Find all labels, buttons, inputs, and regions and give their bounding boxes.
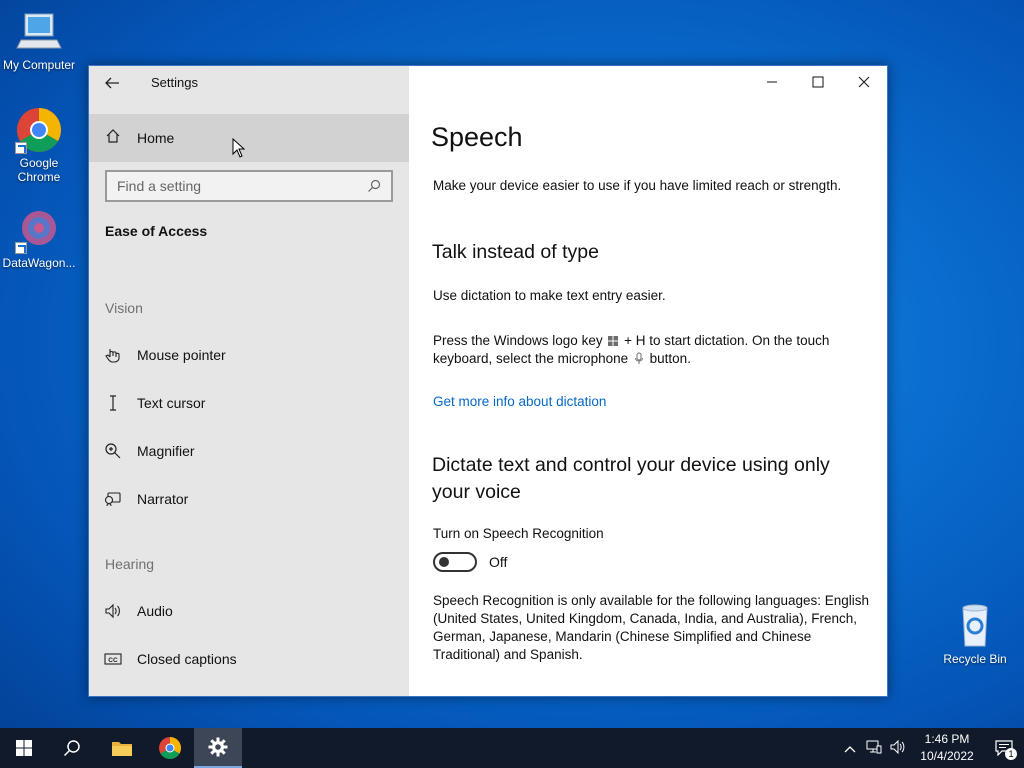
sidebar-item-closed-captions[interactable]: CC Closed captions xyxy=(89,639,409,679)
sidebar-item-label: Closed captions xyxy=(137,651,237,667)
close-button[interactable] xyxy=(841,66,887,98)
dictation-hint-text-3: button. xyxy=(649,351,691,366)
chrome-icon xyxy=(159,737,181,759)
desktop-icon-label: DataWagon... xyxy=(2,256,76,270)
taskbar-settings[interactable] xyxy=(194,728,242,768)
start-icon xyxy=(16,740,32,756)
main-content: Speech Make your device easier to use if… xyxy=(409,66,887,696)
window-title: Settings xyxy=(151,75,198,90)
page-subtitle: Make your device easier to use if you ha… xyxy=(433,178,842,193)
clock-date: 10/4/2022 xyxy=(920,749,974,763)
taskbar-chrome[interactable] xyxy=(146,728,194,768)
title-bar[interactable]: Settings xyxy=(89,66,409,100)
sidebar-item-narrator[interactable]: Narrator xyxy=(89,479,409,519)
close-icon xyxy=(858,76,870,88)
chrome-icon xyxy=(15,106,63,154)
taskbar: 1:46 PM 10/4/2022 1 xyxy=(0,728,1024,768)
start-button[interactable] xyxy=(0,728,48,768)
sidebar-item-label: Text cursor xyxy=(137,395,206,411)
settings-window: Settings Home Find a setting Ease of Acc… xyxy=(88,65,888,697)
home-icon xyxy=(89,128,137,148)
desktop-icon-recycle-bin[interactable]: Recycle Bin xyxy=(936,602,1014,666)
desktop-icon-label: Recycle Bin xyxy=(943,652,1007,666)
recycle-bin-icon xyxy=(951,602,999,650)
network-icon[interactable] xyxy=(862,740,886,757)
sidebar-item-label: Magnifier xyxy=(137,443,195,459)
window-controls xyxy=(749,66,887,98)
toggle-knob xyxy=(439,557,449,567)
file-explorer-icon xyxy=(112,742,132,756)
taskbar-search-button[interactable] xyxy=(48,728,96,768)
datawagon-icon xyxy=(15,206,63,254)
dictation-hint-text-1: Press the Windows logo key xyxy=(433,333,603,348)
toggle-state-text: Off xyxy=(489,554,508,570)
minimize-button[interactable] xyxy=(749,66,795,98)
text-cursor-icon xyxy=(89,395,137,411)
languages-note: Speech Recognition is only available for… xyxy=(433,593,870,662)
search-icon xyxy=(63,740,80,757)
desktop-icon-my-computer[interactable]: My Computer xyxy=(0,8,78,72)
back-arrow-icon xyxy=(105,77,119,89)
taskbar-clock[interactable]: 1:46 PM 10/4/2022 xyxy=(910,731,984,765)
mouse-pointer-icon xyxy=(89,346,137,364)
microphone-icon xyxy=(634,352,643,364)
action-center-button[interactable]: 1 xyxy=(984,728,1024,768)
speech-recognition-label: Turn on Speech Recognition xyxy=(433,526,604,541)
shortcut-arrow-icon xyxy=(15,242,27,254)
group-label-hearing: Hearing xyxy=(105,556,155,572)
search-placeholder: Find a setting xyxy=(117,178,202,194)
group-label-vision: Vision xyxy=(105,300,143,316)
search-input[interactable]: Find a setting xyxy=(105,170,393,202)
shortcut-arrow-icon xyxy=(15,142,27,154)
volume-icon[interactable] xyxy=(886,739,910,757)
dictation-hint: Press the Windows logo key + H to start … xyxy=(433,332,863,368)
narrator-icon xyxy=(89,491,137,507)
sidebar-item-text-cursor[interactable]: Text cursor xyxy=(89,383,409,423)
section-heading-dictate: Dictate text and control your device usi… xyxy=(432,454,830,503)
sidebar-item-mouse-pointer[interactable]: Mouse pointer xyxy=(89,335,409,375)
nav-home[interactable]: Home xyxy=(89,114,409,162)
category-heading: Ease of Access xyxy=(105,223,208,239)
audio-icon xyxy=(89,603,137,619)
nav-home-label: Home xyxy=(137,130,175,146)
closed-captions-icon: CC xyxy=(89,652,137,666)
sidebar-item-audio[interactable]: Audio xyxy=(89,591,409,631)
maximize-icon xyxy=(812,76,824,88)
mouse-cursor-icon xyxy=(232,138,246,158)
page-title: Speech xyxy=(431,122,523,152)
sidebar-item-label: Mouse pointer xyxy=(137,347,226,363)
sidebar-item-magnifier[interactable]: Magnifier xyxy=(89,431,409,471)
sidebar: Settings Home Find a setting Ease of Acc… xyxy=(89,66,409,696)
system-tray: 1:46 PM 10/4/2022 1 xyxy=(838,728,1024,768)
dictation-info-link[interactable]: Get more info about dictation xyxy=(433,393,873,411)
speech-recognition-toggle-row: Off xyxy=(433,552,507,572)
maximize-button[interactable] xyxy=(795,66,841,98)
talk-description: Use dictation to make text entry easier. xyxy=(433,288,666,303)
windows-logo-icon xyxy=(608,336,619,346)
settings-icon xyxy=(208,737,228,757)
back-button[interactable] xyxy=(101,72,123,94)
svg-text:CC: CC xyxy=(108,657,118,664)
section-heading-talk: Talk instead of type xyxy=(432,241,599,263)
minimize-icon xyxy=(767,81,777,83)
taskbar-file-explorer[interactable] xyxy=(98,728,146,768)
speech-recognition-toggle[interactable] xyxy=(433,552,477,572)
search-icon xyxy=(368,179,381,192)
desktop-icon-chrome[interactable]: Google Chrome xyxy=(0,106,78,184)
desktop-icon-datawagon[interactable]: DataWagon... xyxy=(0,206,78,270)
chevron-up-icon[interactable] xyxy=(838,741,862,756)
magnifier-icon xyxy=(89,442,137,460)
desktop-icon-label: My Computer xyxy=(2,58,76,72)
desktop-icon-label: Google Chrome xyxy=(17,156,61,184)
notification-badge: 1 xyxy=(1005,748,1017,760)
clock-time: 1:46 PM xyxy=(924,732,970,746)
sidebar-item-label: Narrator xyxy=(137,491,189,507)
sidebar-item-label: Audio xyxy=(137,603,173,619)
computer-icon xyxy=(15,8,63,56)
